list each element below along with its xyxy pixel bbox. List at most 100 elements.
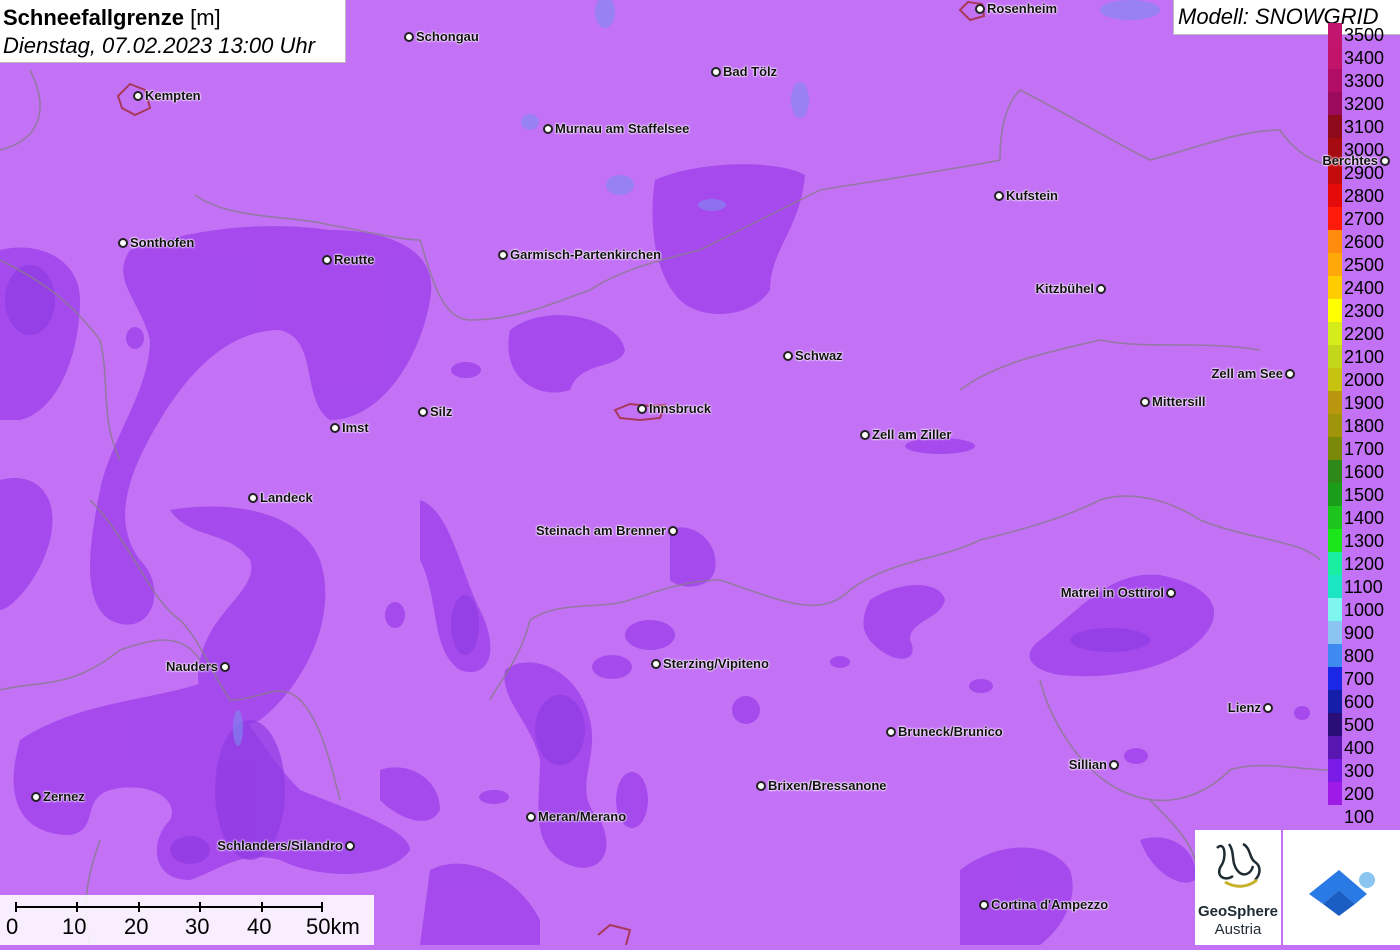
city-label: Sterzing/Vipiteno xyxy=(663,656,769,671)
scale-label: 10 xyxy=(62,914,87,939)
city-marker xyxy=(1285,369,1295,379)
city-label: Brixen/Bressanone xyxy=(768,778,887,793)
scale-tick xyxy=(321,902,323,912)
legend-label: 600 xyxy=(1344,692,1375,712)
scale-label: 30 xyxy=(185,914,210,939)
city-label: Zernez xyxy=(43,789,85,804)
legend-label: 500 xyxy=(1344,715,1375,735)
city-label: Kufstein xyxy=(1006,188,1058,203)
legend-label: 1200 xyxy=(1344,554,1385,574)
title-unit: [m] xyxy=(190,5,221,30)
legend-entry: 2400 xyxy=(1328,276,1400,299)
scale-tick xyxy=(261,902,263,912)
city-label: Bad Tölz xyxy=(723,64,778,79)
city-marker xyxy=(345,841,355,851)
legend-entry: 100 xyxy=(1328,805,1400,828)
legend-swatch xyxy=(1328,230,1342,253)
legend-swatch xyxy=(1328,115,1342,138)
scale-label: 0 xyxy=(6,914,19,939)
legend-label: 1900 xyxy=(1344,393,1385,413)
city-marker xyxy=(220,662,230,672)
legend-label: 800 xyxy=(1344,646,1375,666)
city-label: Schlanders/Silandro xyxy=(217,838,343,853)
legend-entry: 200 xyxy=(1328,782,1400,805)
city-label: Steinach am Brenner xyxy=(535,523,666,538)
legend-swatch xyxy=(1328,805,1342,828)
legend-label: 2000 xyxy=(1344,370,1385,390)
city-label: Zell am See xyxy=(1211,366,1283,381)
legend-label: 1000 xyxy=(1344,600,1385,620)
city-marker xyxy=(1096,284,1106,294)
city-marker xyxy=(783,351,793,361)
city-marker xyxy=(543,124,553,134)
city-label: Mittersill xyxy=(1152,394,1206,409)
city-marker xyxy=(886,727,896,737)
scale-tick xyxy=(76,902,78,912)
logo-line1: GeoSphere xyxy=(1197,903,1279,920)
legend-swatch xyxy=(1328,92,1342,115)
legend-entry: 900 xyxy=(1328,621,1400,644)
legend-entry: 3300 xyxy=(1328,69,1400,92)
scale-tick xyxy=(15,902,17,912)
legend-swatch xyxy=(1328,690,1342,713)
legend-swatch xyxy=(1328,207,1342,230)
title-parameter-line: Schneefallgrenze [m] xyxy=(3,4,345,32)
legend-entry: 2200 xyxy=(1328,322,1400,345)
legend-swatch xyxy=(1328,391,1342,414)
scale-bar-line xyxy=(15,906,321,908)
legend-swatch xyxy=(1328,460,1342,483)
city-label: Nauders xyxy=(165,659,218,674)
legend-entry: 500 xyxy=(1328,713,1400,736)
legend-entry: 1000 xyxy=(1328,598,1400,621)
legend-label: 100 xyxy=(1344,807,1375,827)
snowfall-map xyxy=(0,0,1400,945)
city-marker xyxy=(994,191,1004,201)
city-marker xyxy=(1140,397,1150,407)
legend-swatch xyxy=(1328,759,1342,782)
city-marker xyxy=(418,407,428,417)
scale-tick xyxy=(199,902,201,912)
legend-entry: 3400 xyxy=(1328,46,1400,69)
city-marker xyxy=(637,404,647,414)
city-marker xyxy=(118,238,128,248)
legend-entry: 1100 xyxy=(1328,575,1400,598)
legend-entry: 1800 xyxy=(1328,414,1400,437)
app-logo xyxy=(1283,830,1400,945)
legend-entry: 2500 xyxy=(1328,253,1400,276)
legend-entry: 1700 xyxy=(1328,437,1400,460)
city-label: Sillian xyxy=(1068,757,1107,772)
legend-entry: 3200 xyxy=(1328,92,1400,115)
city-label: Reutte xyxy=(334,252,375,267)
legend-label: 700 xyxy=(1344,669,1375,689)
city-marker xyxy=(651,659,661,669)
legend-entry: 1600 xyxy=(1328,460,1400,483)
legend-swatch xyxy=(1328,414,1342,437)
legend-label: 3500 xyxy=(1344,25,1385,45)
city-label: Berchtes xyxy=(1322,153,1378,168)
legend-swatch xyxy=(1328,437,1342,460)
legend-swatch xyxy=(1328,713,1342,736)
legend-entry: 2300 xyxy=(1328,299,1400,322)
legend-entry: 1400 xyxy=(1328,506,1400,529)
legend-swatch xyxy=(1328,69,1342,92)
legend-swatch xyxy=(1328,345,1342,368)
legend-swatch xyxy=(1328,483,1342,506)
legend-swatch xyxy=(1328,322,1342,345)
legend-label: 300 xyxy=(1344,761,1375,781)
city-marker xyxy=(975,4,985,14)
city-label: Lienz xyxy=(1227,700,1261,715)
legend-label: 1500 xyxy=(1344,485,1385,505)
legend-label: 2200 xyxy=(1344,324,1385,344)
legend-swatch xyxy=(1328,46,1342,69)
city-label: Kitzbühel xyxy=(1035,281,1095,296)
city-marker xyxy=(979,900,989,910)
city-marker xyxy=(860,430,870,440)
legend-label: 2400 xyxy=(1344,278,1385,298)
city-label: Bruneck/Brunico xyxy=(898,724,1003,739)
city-marker xyxy=(1166,588,1176,598)
legend-swatch xyxy=(1328,368,1342,391)
legend-label: 3300 xyxy=(1344,71,1385,91)
city-label: Landeck xyxy=(260,490,313,505)
legend-label: 1400 xyxy=(1344,508,1385,528)
legend-label: 3200 xyxy=(1344,94,1385,114)
